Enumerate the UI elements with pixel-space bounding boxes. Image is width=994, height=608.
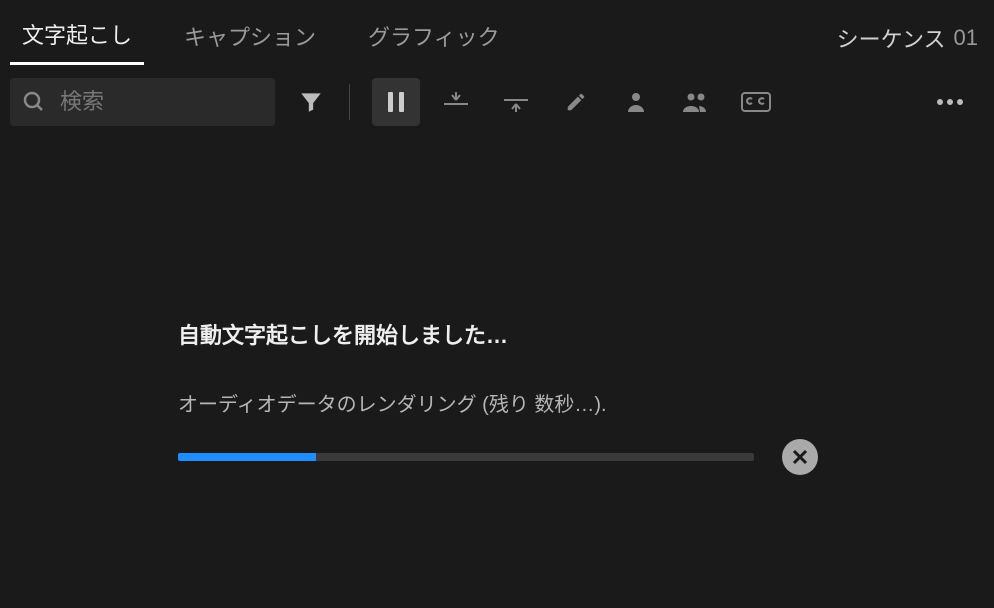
sequence-number: 01 [954, 25, 984, 51]
more-icon [936, 98, 964, 106]
cancel-icon [791, 448, 809, 466]
tab-transcription[interactable]: 文字起こし [10, 10, 144, 65]
split-down-icon [502, 90, 530, 114]
cc-button[interactable] [732, 78, 780, 126]
edit-button[interactable] [552, 78, 600, 126]
speaker-button[interactable] [612, 78, 660, 126]
tab-bar: 文字起こし キャプション グラフィック シーケンス 01 [0, 0, 994, 66]
speakers-button[interactable] [672, 78, 720, 126]
progress-panel: 自動文字起こしを開始しました… オーディオデータのレンダリング (残り 数秒…)… [178, 318, 818, 475]
more-button[interactable] [926, 78, 974, 126]
toolbar-divider [349, 84, 350, 120]
content-area: 自動文字起こしを開始しました… オーディオデータのレンダリング (残り 数秒…)… [0, 138, 994, 608]
filter-button[interactable] [287, 78, 335, 126]
speakers-icon [680, 90, 712, 114]
cancel-button[interactable] [782, 439, 818, 475]
tab-graphics[interactable]: グラフィック [356, 12, 512, 64]
pause-segments-icon [385, 89, 407, 115]
filter-icon [298, 89, 324, 115]
cc-icon [740, 90, 772, 114]
search-field-wrap [10, 78, 275, 126]
speaker-icon [622, 90, 650, 114]
split-down-button[interactable] [492, 78, 540, 126]
pause-segments-button[interactable] [372, 78, 420, 126]
progress-title: 自動文字起こしを開始しました… [178, 318, 818, 350]
split-up-button[interactable] [432, 78, 480, 126]
progress-bar [178, 453, 754, 461]
progress-fill [178, 453, 316, 461]
sequence-label: シーケンス [837, 22, 954, 54]
progress-status: オーディオデータのレンダリング (残り 数秒…). [178, 388, 818, 417]
search-icon [22, 90, 46, 114]
toolbar [0, 66, 994, 138]
split-up-icon [442, 90, 470, 114]
tab-caption[interactable]: キャプション [172, 12, 328, 64]
edit-icon [565, 91, 587, 113]
search-input[interactable] [60, 89, 263, 115]
progress-row [178, 439, 818, 475]
